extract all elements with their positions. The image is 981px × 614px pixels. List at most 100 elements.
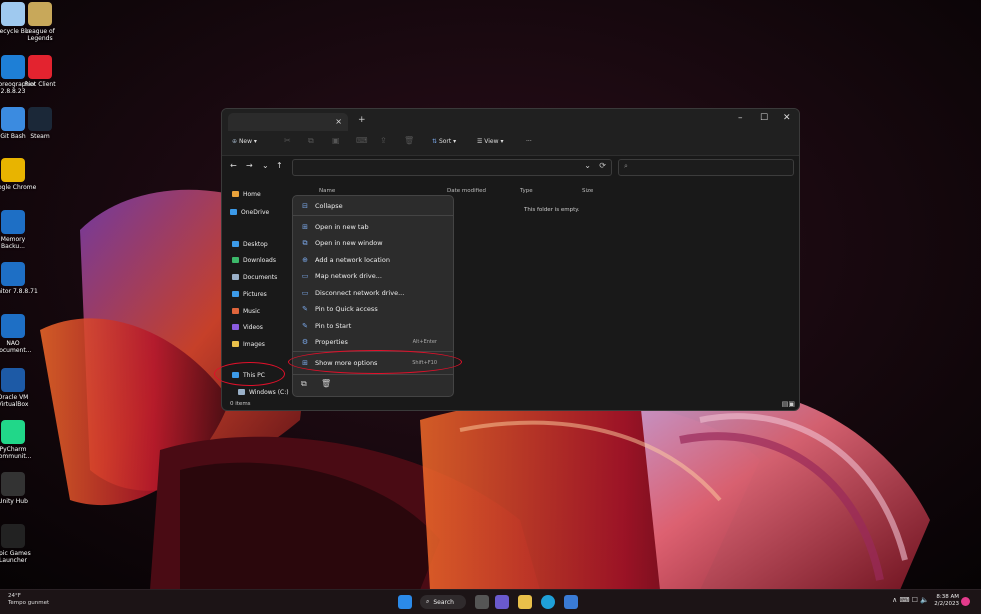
menu-item[interactable]: ✎ Pin to Start [301,320,445,332]
taskbar: 24°F Tempo gunmet ⌕ Search ∧ ⌨ ☐ 🔈 8:38 … [0,589,981,614]
desktop-icon[interactable]: Monitor 7.8.8.71 [0,262,38,295]
copy-icon[interactable]: ⧉ [301,379,307,389]
new-button[interactable]: ⊕ New ▾ [232,138,257,145]
start-button[interactable] [398,595,412,609]
desktop-icon[interactable]: League of Legends [15,2,65,42]
menu-item[interactable]: ⊕ Add a network location [301,254,445,266]
sidebar-item[interactable]: Downloads [232,254,276,266]
search-icon: ⌕ [624,162,628,170]
column-size[interactable]: Size [582,188,593,194]
share-icon[interactable]: ⇪ [380,136,387,145]
desktop-icon[interactable]: Unity Hub [0,472,38,505]
desktop-folder-icon [232,241,239,247]
notification-icon[interactable] [961,597,970,606]
onedrive-icon [230,209,237,215]
command-bar: ⊕ New ▾ ✂ ⧉ ▣ ⌨ ⇪ 🗑 ⇅ Sort ▾ ☰ View ▾ ··… [222,131,799,156]
menu-shortcut: Alt+Enter [412,339,437,345]
back-icon[interactable]: ← [230,161,237,170]
column-date-modified[interactable]: Date modified [447,188,486,194]
sidebar-item[interactable]: Home [232,188,261,200]
empty-folder-message: This folder is empty. [524,207,580,213]
more-icon[interactable]: ··· [526,138,532,145]
riot-icon [28,55,52,79]
images-folder-icon [232,341,239,347]
file-explorer-taskbar-icon[interactable] [518,595,532,609]
menu-separator [293,374,453,375]
menu-item[interactable]: ▭ Map network drive... [301,270,445,282]
disconnect-drive-icon: ▭ [301,289,309,297]
close-tab-icon[interactable]: × [335,117,342,126]
address-dropdown-icon[interactable]: ⌄ [584,161,591,170]
network-location-icon: ⊕ [302,256,308,264]
steam-icon [28,107,52,131]
downloads-icon [232,257,239,263]
pictures-icon [232,291,239,297]
cut-icon[interactable]: ✂ [284,136,291,145]
sidebar-item[interactable]: Images [232,338,265,350]
menu-item[interactable]: ✎ Pin to Quick access [301,303,445,315]
column-type[interactable]: Type [520,188,533,194]
memory-icon [1,210,25,234]
sidebar-item[interactable]: Music [232,305,260,317]
taskbar-search[interactable]: ⌕ Search [420,595,466,609]
annotation-circle-show-more-options [288,350,462,374]
column-name[interactable]: Name [319,188,335,194]
title-bar[interactable]: × + – ☐ ✕ [222,109,799,131]
pin-icon: ✎ [302,305,308,313]
home-icon [232,191,239,197]
menu-item[interactable]: ⊟ Collapse [301,200,445,212]
up-icon[interactable]: ↑ [276,161,283,170]
sidebar-item[interactable]: Documents [232,271,277,283]
maximize-button[interactable]: ☐ [760,113,768,123]
nao-icon [1,314,25,338]
store-icon[interactable] [564,595,578,609]
desktop-icon[interactable]: Memory Backu... [0,210,38,250]
menu-item[interactable]: ⊞ Open in new tab [301,221,445,233]
desktop-icon[interactable]: PyCharm Communit... [0,420,38,460]
delete-icon[interactable]: 🗑 [404,136,414,145]
desktop-icon[interactable]: Epic Games Launcher [0,524,38,564]
sidebar-item[interactable]: Desktop [232,238,268,250]
drive-icon [238,389,245,395]
close-window-button[interactable]: ✕ [783,113,791,123]
sidebar-item[interactable]: Windows (C:) [238,386,289,398]
weather-widget[interactable]: 24°F Tempo gunmet [8,593,49,606]
menu-item[interactable]: ⚙ Properties Alt+Enter [301,336,445,348]
music-icon [232,308,239,314]
desktop-icon[interactable]: Steam [15,107,65,140]
view-button[interactable]: ☰ View ▾ [477,138,503,145]
new-tab-icon[interactable]: + [358,115,366,125]
chat-icon[interactable] [495,595,509,609]
rename-icon[interactable]: ⌨ [356,136,368,145]
sidebar-item[interactable]: OneDrive [230,206,269,218]
clock[interactable]: 8:38 AM 2/2/2023 [934,594,959,608]
details-view-icon[interactable]: ▤▣ [782,400,795,408]
sidebar-item[interactable]: Videos [232,321,263,333]
menu-item[interactable]: ▭ Disconnect network drive... [301,287,445,299]
sidebar-item[interactable]: Pictures [232,288,267,300]
desktop-icon[interactable]: Oracle VM VirtualBox [0,368,38,408]
paste-icon[interactable]: ▣ [332,136,340,145]
recent-locations-icon[interactable]: ⌄ [262,161,269,170]
desktop-icon[interactable]: Google Chrome [0,158,38,191]
explorer-tab[interactable]: × [228,113,348,131]
desktop-icon[interactable]: NAO Document... [0,314,38,354]
refresh-icon[interactable]: ⟳ [599,161,606,170]
search-input[interactable]: ⌕ [618,159,794,176]
copy-icon[interactable]: ⧉ [308,136,314,146]
map-drive-icon: ▭ [301,272,309,280]
task-view-icon[interactable] [475,595,489,609]
minimize-button[interactable]: – [738,113,743,123]
forward-icon[interactable]: → [246,161,253,170]
edge-icon[interactable] [541,595,555,609]
menu-item[interactable]: ⧉ Open in new window [301,237,445,249]
league-icon [28,2,52,26]
sort-button[interactable]: ⇅ Sort ▾ [432,138,456,145]
tray-overflow-icon[interactable]: ∧ ⌨ ☐ 🔈 [892,596,929,604]
desktop-icon[interactable]: Riot Client [15,55,65,88]
plus-circle-icon: ⊕ [232,138,239,145]
new-window-icon: ⧉ [302,238,308,247]
delete-icon[interactable]: 🗑 [321,379,331,388]
address-bar[interactable]: ⌄ ⟳ [292,159,612,176]
monitor-icon [1,262,25,286]
